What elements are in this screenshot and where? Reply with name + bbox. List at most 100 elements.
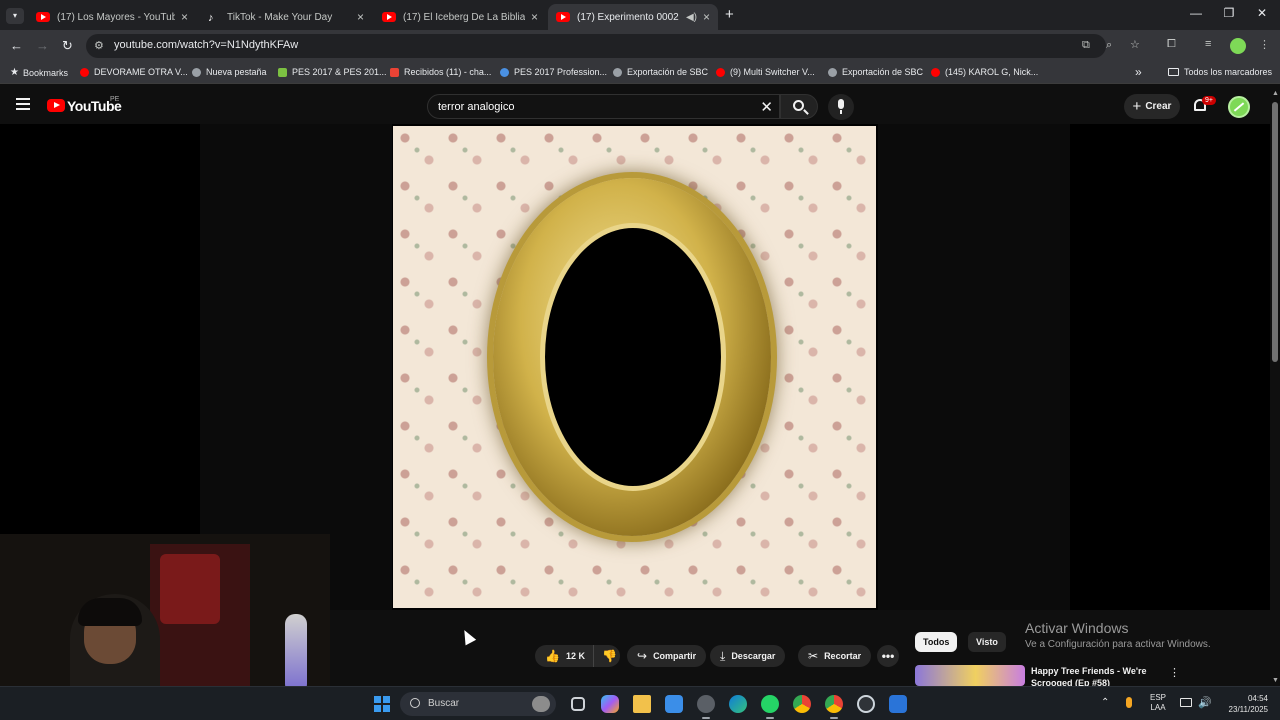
thumbs-up-icon: 👍	[545, 649, 560, 663]
clip-button[interactable]: ✂ Recortar	[798, 645, 872, 667]
dislike-button[interactable]: 👎	[594, 649, 625, 663]
tab-search-button[interactable]: ▾	[6, 8, 24, 24]
share-icon: ↪	[637, 649, 648, 663]
bookmark-item[interactable]: PES 2017 Profession...	[500, 67, 607, 77]
notifications-badge: 9+	[1202, 96, 1216, 105]
browser-menu-icon[interactable]: ⋮	[1259, 38, 1270, 51]
system-clock[interactable]: 04:54 23/11/2025	[1216, 693, 1268, 715]
search-icon	[410, 698, 420, 708]
bookmark-item[interactable]: Nueva pestaña	[192, 67, 267, 77]
youtube-logo-icon[interactable]	[47, 99, 65, 112]
restore-button[interactable]: ❐	[1214, 6, 1244, 20]
bookmark-item[interactable]: DEVORAME OTRA V...	[80, 67, 188, 77]
microsoft-store-icon[interactable]	[665, 695, 683, 713]
whatsapp-icon[interactable]	[761, 695, 779, 719]
tab-audio-playing-icon[interactable]: ◀)	[686, 12, 697, 23]
tab-title: (17) Los Mayores - YouTube	[57, 11, 175, 23]
more-actions-button[interactable]: •••	[877, 645, 899, 667]
bookmark-item[interactable]: ★ Bookmarks	[10, 67, 68, 78]
edge-icon[interactable]	[729, 695, 747, 713]
tray-overflow-icon[interactable]: ⌃	[1101, 697, 1109, 708]
bookmark-item[interactable]: Exportación de SBC	[613, 67, 708, 77]
input-language[interactable]: ESP LAA	[1150, 693, 1166, 713]
search-input[interactable]: terror analogico ✕	[427, 94, 780, 119]
tab-close-icon[interactable]: ×	[531, 10, 538, 24]
recommendation-title[interactable]: Happy Tree Friends - We're Scrooged (Ep …	[1031, 665, 1161, 686]
scroll-up-icon[interactable]: ▲	[1272, 90, 1279, 97]
page-scrollbar[interactable]: ▲ ▼	[1270, 88, 1280, 686]
microphone-in-use-icon[interactable]	[1126, 697, 1132, 708]
share-button[interactable]: ↪ Compartir	[627, 645, 707, 667]
minimize-button[interactable]: —	[1181, 6, 1211, 20]
taskbar-search-input[interactable]: Buscar	[400, 692, 556, 716]
forward-button[interactable]: →	[36, 38, 49, 53]
country-code: PE	[110, 96, 120, 103]
account-avatar[interactable]	[1228, 96, 1250, 118]
chrome-icon[interactable]	[793, 695, 811, 713]
new-tab-button[interactable]: +	[725, 6, 734, 23]
file-explorer-icon[interactable]	[633, 695, 651, 713]
extensions-icon[interactable]: ⧠	[1167, 38, 1176, 51]
scrollbar-thumb[interactable]	[1272, 102, 1278, 362]
chip-watched[interactable]: Visto	[968, 632, 1006, 652]
reload-button[interactable]: ↻	[62, 38, 73, 54]
recommendation-menu-icon[interactable]: ⋮	[1169, 666, 1180, 679]
recommendation-thumbnail[interactable]	[915, 665, 1025, 686]
menu-icon[interactable]	[16, 98, 30, 110]
youtube-favicon-icon	[382, 12, 396, 22]
like-button[interactable]: 👍 12 K	[535, 645, 594, 667]
tab-title: (17) Experimento 0002 | DE	[577, 11, 682, 23]
voice-search-button[interactable]	[828, 94, 854, 120]
folder-icon	[1168, 68, 1179, 76]
pinned-app-icon[interactable]	[889, 695, 907, 713]
tab-close-icon[interactable]: ×	[181, 10, 188, 24]
obs-icon[interactable]	[857, 695, 875, 713]
video-frame[interactable]	[393, 126, 876, 608]
tab-los-mayores[interactable]: (17) Los Mayores - YouTube ×	[28, 4, 196, 30]
plus-icon: +	[1132, 98, 1142, 115]
task-view-icon[interactable]	[571, 697, 585, 711]
network-icon[interactable]	[1180, 698, 1192, 707]
star-icon: ★	[10, 67, 19, 78]
create-button[interactable]: + Crear	[1124, 94, 1180, 119]
webcam-light	[285, 614, 307, 694]
close-window-button[interactable]: ✕	[1247, 6, 1277, 20]
game-app-icon[interactable]	[697, 695, 715, 719]
tab-tiktok[interactable]: ♪ TikTok - Make Your Day ×	[200, 4, 372, 30]
tab-experimento-active[interactable]: (17) Experimento 0002 | DE ◀) ×	[548, 4, 718, 30]
tab-iceberg-biblia[interactable]: (17) El Iceberg De La Biblia - Yo ×	[374, 4, 546, 30]
scroll-down-icon[interactable]: ▼	[1272, 677, 1279, 684]
bookmarks-overflow-button[interactable]: »	[1135, 65, 1142, 79]
volume-icon[interactable]: 🔊	[1198, 696, 1212, 709]
install-app-icon[interactable]: ⧉	[1082, 39, 1090, 52]
back-button[interactable]: ←	[10, 38, 23, 53]
download-button[interactable]: ⤓ Descargar	[710, 645, 786, 667]
bookmark-item[interactable]: (145) KAROL G, Nick...	[931, 67, 1038, 77]
tab-close-icon[interactable]: ×	[357, 10, 364, 24]
bookmark-item[interactable]: Exportación de SBC	[828, 67, 923, 77]
search-button[interactable]	[780, 94, 818, 119]
address-bar[interactable]: ⚙ youtube.com/watch?v=N1NdythKFAw ⧉	[86, 34, 1106, 58]
url-text: youtube.com/watch?v=N1NdythKFAw	[114, 39, 299, 51]
all-bookmarks-folder[interactable]: Todos los marcadores	[1168, 67, 1272, 77]
webcam-hair	[78, 598, 142, 626]
windows-start-icon[interactable]	[374, 696, 390, 712]
chrome-profile-icon[interactable]	[825, 695, 843, 719]
bookmark-item[interactable]: (9) Multi Switcher V...	[716, 67, 815, 77]
bookmarks-bar: ★ Bookmarks DEVORAME OTRA V... Nueva pest…	[0, 62, 1280, 84]
chip-all[interactable]: Todos	[915, 632, 958, 652]
bookmark-item[interactable]: PES 2017 & PES 201...	[278, 67, 387, 77]
profile-avatar-icon[interactable]	[1230, 38, 1246, 54]
bookmark-item[interactable]: Recibidos (11) - cha...	[390, 67, 491, 77]
copilot-icon[interactable]	[601, 695, 619, 713]
youtube-masthead: YouTube PE terror analogico ✕ + Crear 9+	[0, 88, 1270, 124]
search-highlight-icon	[532, 696, 550, 712]
tab-close-icon[interactable]: ×	[703, 10, 710, 24]
bookmark-star-icon[interactable]: ☆	[1130, 38, 1140, 51]
browser-tab-strip: ▾ (17) Los Mayores - YouTube × ♪ TikTok …	[0, 0, 1280, 30]
media-controls-icon[interactable]: ≡	[1205, 38, 1211, 50]
site-info-icon[interactable]: ⚙	[94, 39, 104, 52]
clear-search-icon[interactable]: ✕	[760, 98, 773, 116]
zoom-icon[interactable]: ⌕	[1106, 39, 1112, 52]
tab-title: TikTok - Make Your Day	[227, 11, 333, 23]
